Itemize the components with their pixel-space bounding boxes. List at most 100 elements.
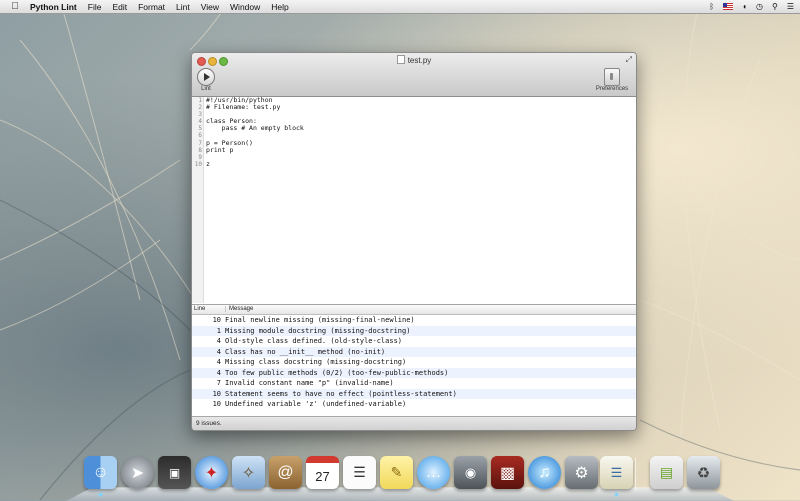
issue-count: 9 issues. [196,420,222,427]
issue-line: 4 [216,368,221,377]
menu-app-name[interactable]: Python Lint [30,2,77,12]
code-line: pass # An empty block [206,124,304,133]
window-toolbar: test.py ⤢ Lint Preferences [192,53,636,97]
table-row[interactable]: 4 Too few public methods (0/2) (too-few-p… [192,367,636,378]
issues-table: Line Message 10 Final newline missing (mi… [192,304,636,417]
issue-line: 10 [212,316,221,324]
window-title-text: test.py [407,56,432,65]
dock: ☺ ➤ ▣ ✦ ✧ @ 27 ☰ ✎ … ◉ ▩ ♫ ⚙ ☰ ▤ ♻ [80,456,730,496]
table-header: Line Message [192,305,636,315]
python-lint-icon[interactable]: ☰ [600,456,633,489]
menu-window[interactable]: Window [230,2,260,12]
line-number: 8 [198,146,202,154]
finder-icon[interactable]: ☺ [84,456,117,489]
code-line: print p [206,145,234,154]
dock-separator [635,458,636,490]
issue-message: Old-style class defined. (old-style-clas… [225,337,403,345]
clock-icon[interactable]: ◷ [756,2,763,11]
apple-menu-icon[interactable]:  [8,1,22,12]
issue-line: 4 [216,347,221,356]
table-row[interactable]: 10 Statement seems to have no effect (poi… [192,388,636,399]
messages-icon[interactable]: … [417,456,450,489]
safari-icon[interactable]: ✦ [195,456,228,489]
issue-line: 1 [216,326,221,335]
trash-icon[interactable]: ♻ [687,456,720,489]
issue-line: 4 [216,337,221,345]
mail-icon[interactable]: ✧ [232,456,265,489]
search-icon[interactable]: ⚲ [772,2,778,11]
bluetooth-icon[interactable]: ᛒ [709,2,714,11]
status-bar: 9 issues. [192,416,636,430]
running-indicator [615,493,618,496]
issue-line: 10 [212,389,221,398]
code-line: z [206,159,210,168]
running-indicator [99,493,102,496]
issue-message: Missing class docstring (missing-docstri… [225,358,407,366]
preferences-switch-icon [604,68,620,86]
code-editor[interactable]: 1 2 3 4 5 6 7 8 9 10 #!/usr/bin/python #… [192,96,636,303]
issue-message: Statement seems to have no effect (point… [225,389,457,398]
preferences-button-label: Preferences [595,86,629,92]
contacts-icon[interactable]: @ [269,456,302,489]
issue-message: Missing module docstring (missing-docstr… [225,326,411,335]
document-icon [396,55,405,64]
issue-line: 7 [216,379,221,387]
fullscreen-icon[interactable]: ⤢ [626,55,632,65]
table-row[interactable]: 4 Missing class docstring (missing-docstr… [192,357,636,368]
reminders-icon[interactable]: ☰ [343,456,376,489]
photo-viewer-icon[interactable]: ▩ [491,456,524,489]
menu-edit[interactable]: Edit [112,2,127,12]
issue-line: 4 [216,358,221,366]
wifi-icon[interactable]: ◖ [742,2,747,11]
issue-message: Invalid constant name "p" (invalid-name) [225,379,394,387]
launchpad-icon[interactable]: ➤ [121,456,154,489]
photo-booth-icon[interactable]: ▣ [158,456,191,489]
line-number: 4 [198,118,202,126]
calendar-day: 27 [315,468,330,484]
column-header-message[interactable]: Message [225,306,253,312]
line-number: 2 [198,104,202,112]
window-title: test.py [192,55,636,65]
table-row[interactable]: 7 Invalid constant name "p" (invalid-name… [192,378,636,389]
lint-button[interactable]: Lint [196,68,216,92]
facetime-icon[interactable]: ◉ [454,456,487,489]
table-row[interactable]: 4 Old-style class defined. (old-style-cla… [192,336,636,347]
menu-bar:  Python Lint File Edit Format Lint View… [0,0,800,14]
table-row[interactable]: 10 Final newline missing (missing-final-n… [192,315,636,326]
line-number: 7 [198,139,202,147]
code-line: # Filename: test.py [206,103,281,112]
preferences-button[interactable]: Preferences [592,68,632,92]
flag-us-icon[interactable] [723,3,734,10]
line-number: 1 [198,97,202,104]
list-icon[interactable]: ☰ [787,2,794,11]
menu-format[interactable]: Format [138,2,165,12]
line-number: 6 [198,132,202,140]
line-number: 10 [194,160,202,168]
line-number: 5 [198,125,202,133]
table-row[interactable]: 10 Undefined variable 'z' (undefined-vari… [192,399,636,410]
line-number: 9 [198,153,202,161]
zip-archive-icon[interactable]: ▤ [650,456,683,489]
table-row[interactable]: 4 Class has no __init__ method (no-init) [192,346,636,357]
python-lint-window: test.py ⤢ Lint Preferences 1 2 3 4 5 6 7… [191,52,637,431]
issue-message: Too few public methods (0/2) (too-few-pu… [225,368,449,377]
menu-lint[interactable]: Lint [176,2,190,12]
line-number-gutter: 1 2 3 4 5 6 7 8 9 10 [192,97,204,303]
table-row[interactable]: 1 Missing module docstring (missing-docst… [192,325,636,336]
menu-file[interactable]: File [88,2,102,12]
column-header-line[interactable]: Line [194,306,205,312]
lint-button-label: Lint [201,86,211,92]
notes-icon[interactable]: ✎ [380,456,413,489]
play-icon [197,68,215,86]
menu-view[interactable]: View [201,2,219,12]
issue-line: 10 [212,400,221,408]
itunes-icon[interactable]: ♫ [528,456,561,489]
issue-message: Class has no __init__ method (no-init) [225,347,386,356]
system-preferences-icon[interactable]: ⚙ [565,456,598,489]
calendar-icon[interactable]: 27 [306,456,339,489]
code-text[interactable]: #!/usr/bin/python # Filename: test.py cl… [206,96,304,168]
menu-help[interactable]: Help [271,2,288,12]
issue-message: Final newline missing (missing-final-new… [225,316,415,324]
line-number: 3 [198,111,202,119]
